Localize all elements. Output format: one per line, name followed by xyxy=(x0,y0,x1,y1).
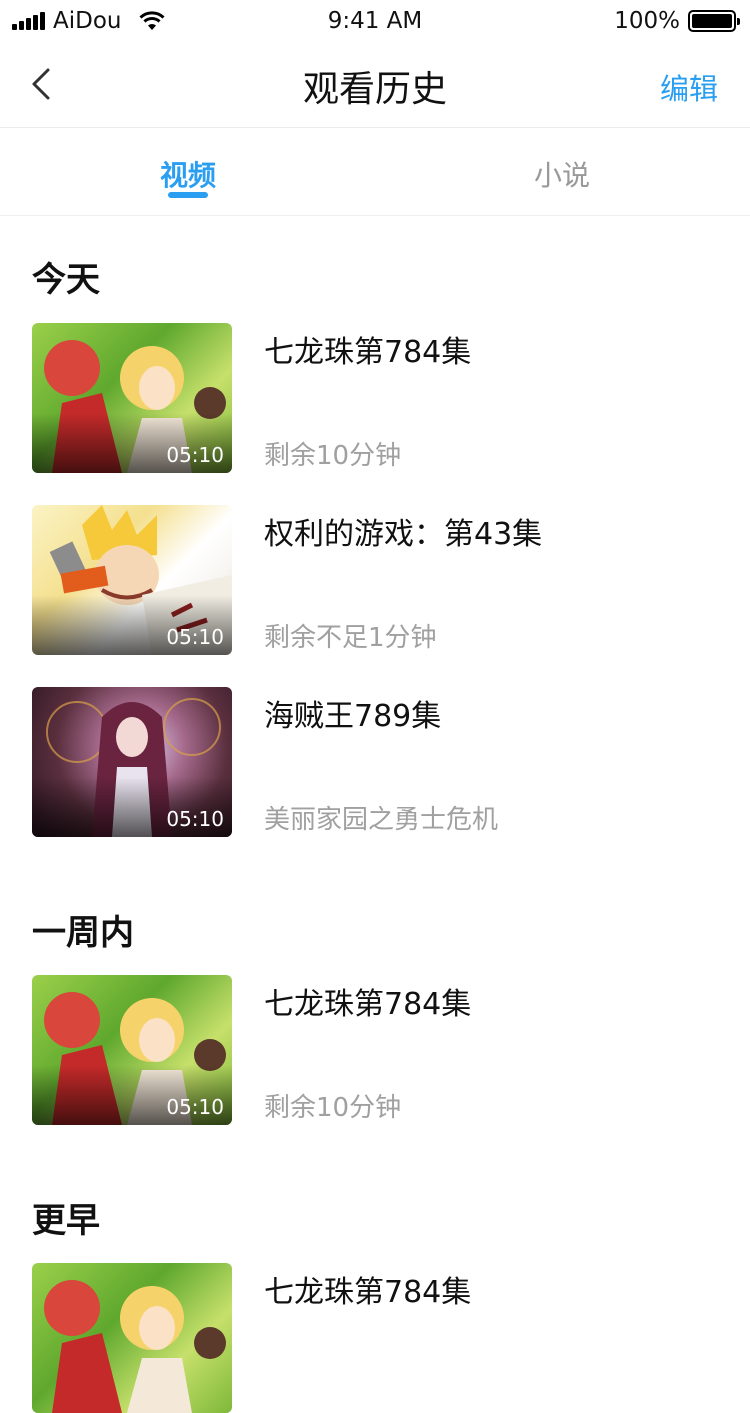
history-item[interactable]: 05:10 海贼王789集 美丽家园之勇士危机 xyxy=(32,687,722,837)
section-title-today: 今天 xyxy=(32,260,100,300)
video-progress-text: 美丽家园之勇士危机 xyxy=(264,805,499,835)
history-item[interactable]: 05:10 权利的游戏：第43集 剩余不足1分钟 xyxy=(32,505,722,655)
video-thumbnail: 05:10 xyxy=(32,687,232,837)
video-duration: 05:10 xyxy=(166,807,224,831)
section-title-week: 一周内 xyxy=(32,913,134,953)
section-title-earlier: 更早 xyxy=(32,1201,100,1241)
video-title: 海贼王789集 xyxy=(264,699,442,734)
video-duration: 05:10 xyxy=(166,625,224,649)
video-progress-text: 剩余10分钟 xyxy=(264,441,402,471)
tab-active-indicator xyxy=(168,192,208,198)
history-item[interactable]: 05:10 七龙珠第784集 剩余10分钟 xyxy=(32,975,722,1125)
battery-fill xyxy=(692,14,732,28)
page-title: 观看历史 xyxy=(302,69,447,110)
status-right: 100% xyxy=(614,8,740,34)
video-thumbnail: 05:10 xyxy=(32,505,232,655)
history-item[interactable]: 05:10 七龙珠第784集 剩余10分钟 xyxy=(32,323,722,473)
battery-percent: 100% xyxy=(614,8,680,34)
tab-video[interactable]: 视频 xyxy=(88,154,288,194)
video-thumbnail xyxy=(32,1263,232,1413)
video-thumbnail: 05:10 xyxy=(32,323,232,473)
status-bar: AiDou 9:41 AM 100% xyxy=(0,0,750,40)
edit-button[interactable]: 编辑 xyxy=(660,66,718,108)
history-item[interactable]: 七龙珠第784集 xyxy=(32,1263,722,1413)
video-thumbnail: 05:10 xyxy=(32,975,232,1125)
video-progress-text: 剩余10分钟 xyxy=(264,1093,402,1123)
tab-novel[interactable]: 小说 xyxy=(462,154,662,194)
nav-bar: 观看历史 编辑 xyxy=(0,40,750,128)
video-title: 权利的游戏：第43集 xyxy=(264,517,543,552)
video-duration: 05:10 xyxy=(166,443,224,467)
tab-bar: 视频 小说 xyxy=(0,128,750,216)
battery-icon xyxy=(688,10,740,32)
video-title: 七龙珠第784集 xyxy=(264,987,472,1022)
video-progress-text: 剩余不足1分钟 xyxy=(264,623,437,653)
video-title: 七龙珠第784集 xyxy=(264,1275,472,1310)
anime-art xyxy=(44,1280,226,1413)
video-duration: 05:10 xyxy=(166,1095,224,1119)
video-title: 七龙珠第784集 xyxy=(264,335,472,370)
